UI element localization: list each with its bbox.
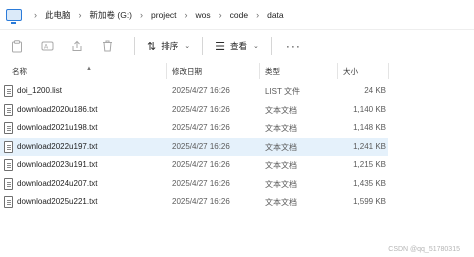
toolbar-divider: [134, 37, 135, 55]
text-file-icon: [4, 103, 13, 116]
file-name: doi_1200.list: [17, 86, 62, 95]
file-row[interactable]: download2022u197.txt 2025/4/27 16:26 文本文…: [0, 137, 388, 156]
file-size: 1,241 KB: [353, 141, 386, 151]
svg-text:A: A: [44, 44, 49, 51]
computer-icon: [6, 8, 22, 24]
file-list: doi_1200.list 2025/4/27 16:26 LIST 文件 24…: [0, 82, 474, 212]
file-name: download2020u186.txt: [17, 104, 98, 114]
column-name[interactable]: 名称: [12, 66, 27, 77]
view-icon: ☰: [215, 40, 225, 53]
file-size: 24 KB: [364, 86, 386, 95]
file-size: 1,148 KB: [353, 123, 386, 132]
text-file-icon: [4, 159, 13, 171]
toolbar-divider: [270, 37, 272, 55]
file-type: 文本文档: [265, 161, 297, 170]
text-file-icon: [4, 177, 13, 190]
file-row[interactable]: download2025u221.txt 2025/4/27 16:26 文本文…: [0, 193, 474, 212]
breadcrumb-drive-g[interactable]: 新加卷 (G:): [90, 9, 133, 21]
file-type: LIST 文件: [265, 87, 300, 96]
column-header-row: ▲ 名称 修改日期 类型 大小: [0, 63, 474, 79]
file-size: 1,599 KB: [353, 197, 386, 206]
file-name: download2025u221.txt: [17, 197, 98, 206]
breadcrumb-code[interactable]: code: [230, 10, 248, 20]
watermark: CSDN @qq_51780315: [388, 246, 460, 253]
breadcrumb-wos[interactable]: wos: [196, 10, 211, 20]
file-icon: [4, 85, 13, 97]
column-modified[interactable]: 修改日期: [172, 66, 202, 77]
file-type: 文本文档: [265, 105, 297, 115]
chevron-down-icon: ⌄: [253, 43, 259, 50]
file-modified: 2025/4/27 16:26: [172, 197, 230, 206]
sort-ascending-icon: ▲: [86, 66, 92, 72]
text-file-icon: [4, 122, 13, 134]
file-name: download2024u207.txt: [17, 178, 98, 188]
view-button[interactable]: ☰ 查看 ⌄: [211, 35, 263, 57]
breadcrumb-this-pc[interactable]: 此电脑: [45, 9, 71, 21]
column-divider[interactable]: [259, 63, 260, 79]
file-row[interactable]: download2023u191.txt 2025/4/27 16:26 文本文…: [0, 156, 474, 175]
column-type[interactable]: 类型: [265, 66, 280, 77]
delete-icon[interactable]: [96, 35, 118, 57]
chevron-right-icon[interactable]: ›: [219, 10, 222, 20]
file-size: 1,140 KB: [353, 104, 386, 114]
file-name: download2021u198.txt: [17, 123, 98, 132]
text-file-icon: [4, 140, 13, 153]
file-name: download2022u197.txt: [17, 141, 98, 151]
breadcrumb-data[interactable]: data: [267, 10, 284, 20]
file-row[interactable]: download2024u207.txt 2025/4/27 16:26 文本文…: [0, 175, 474, 194]
sort-icon: ⇅: [147, 40, 157, 53]
file-modified: 2025/4/27 16:26: [172, 86, 230, 95]
file-size: 1,215 KB: [353, 160, 386, 169]
file-modified: 2025/4/27 16:26: [172, 104, 230, 114]
file-type: 文本文档: [265, 179, 297, 189]
chevron-right-icon[interactable]: ›: [256, 10, 259, 20]
file-row[interactable]: download2021u198.txt 2025/4/27 16:26 文本文…: [0, 119, 474, 138]
file-modified: 2025/4/27 16:26: [172, 141, 230, 151]
breadcrumb-project[interactable]: project: [151, 10, 177, 20]
chevron-right-icon[interactable]: ›: [79, 10, 82, 20]
file-row[interactable]: doi_1200.list 2025/4/27 16:26 LIST 文件 24…: [0, 82, 474, 101]
file-modified: 2025/4/27 16:26: [172, 160, 230, 169]
share-icon[interactable]: [66, 35, 88, 57]
file-modified: 2025/4/27 16:26: [172, 178, 230, 188]
chevron-down-icon: ⌄: [184, 43, 191, 50]
file-size: 1,435 KB: [353, 178, 386, 188]
command-bar: A ⇅ 排序 ⌄ ☰ 查看 ⌄ ···: [0, 32, 474, 60]
rename-icon[interactable]: A: [36, 35, 58, 57]
column-divider[interactable]: [166, 63, 167, 79]
chevron-right-icon[interactable]: ›: [140, 10, 143, 20]
file-type: 文本文档: [265, 198, 297, 207]
file-row[interactable]: download2020u186.txt 2025/4/27 16:26 文本文…: [0, 101, 474, 120]
more-options-button[interactable]: ···: [280, 39, 307, 53]
toolbar-divider: [202, 37, 204, 55]
chevron-right-icon[interactable]: ›: [185, 10, 188, 20]
paste-icon[interactable]: [6, 35, 28, 57]
view-label: 查看: [229, 41, 247, 51]
file-type: 文本文档: [265, 124, 297, 133]
address-bar[interactable]: › 此电脑 › 新加卷 (G:) › project › wos › code …: [0, 0, 474, 30]
column-divider[interactable]: [337, 63, 338, 79]
chevron-right-icon[interactable]: ›: [34, 10, 37, 20]
column-divider[interactable]: [388, 63, 389, 79]
file-modified: 2025/4/27 16:26: [172, 123, 230, 132]
file-name: download2023u191.txt: [17, 160, 98, 169]
text-file-icon: [4, 196, 13, 208]
sort-label: 排序: [161, 41, 179, 51]
sort-button[interactable]: ⇅ 排序 ⌄: [143, 35, 194, 57]
column-size[interactable]: 大小: [343, 66, 358, 77]
file-type: 文本文档: [265, 142, 297, 152]
